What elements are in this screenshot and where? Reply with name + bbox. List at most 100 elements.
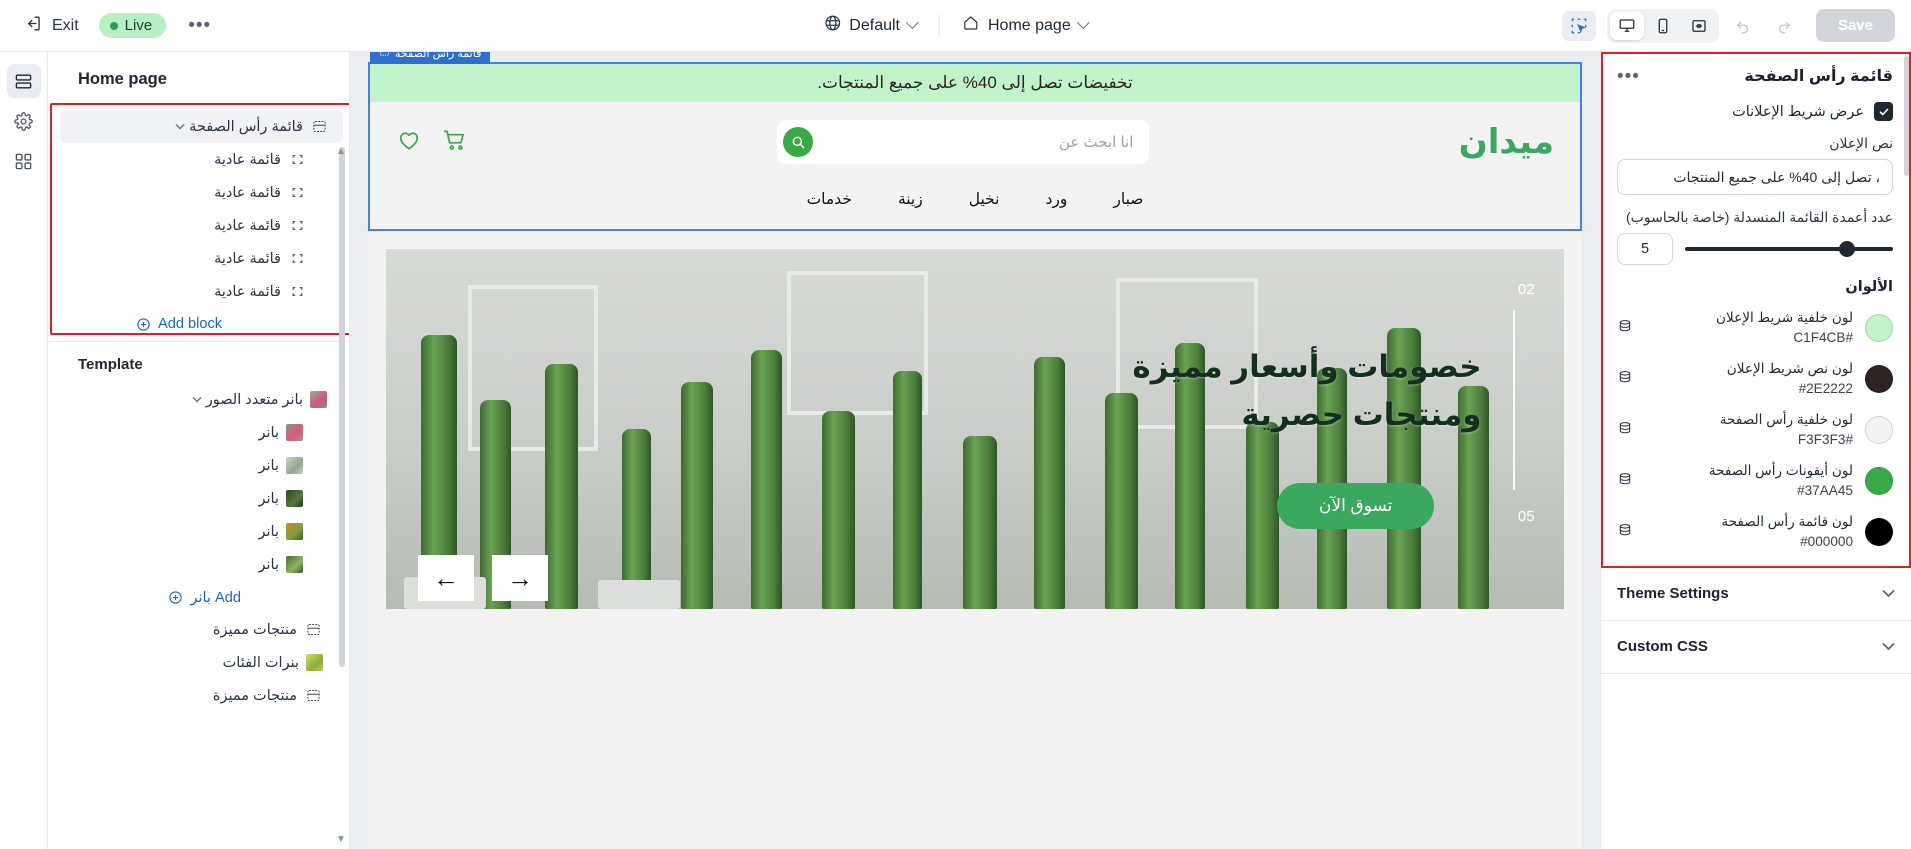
home-icon bbox=[962, 14, 980, 37]
color-library-icon[interactable] bbox=[1617, 318, 1633, 339]
section-more-button[interactable]: ••• bbox=[1617, 67, 1640, 86]
tree-item-label: بنرات الفئات bbox=[222, 654, 299, 671]
tree-item-banner-group[interactable]: بانر متعدد الصور bbox=[56, 383, 341, 416]
color-label: لون خلفية رأس الصفحة bbox=[1719, 411, 1853, 427]
rail-item-sections[interactable] bbox=[6, 64, 41, 98]
cart-icon[interactable] bbox=[442, 127, 468, 158]
color-swatch[interactable] bbox=[1865, 467, 1893, 496]
category-thumbnail bbox=[306, 654, 323, 671]
add-banner-button[interactable]: Add بانر bbox=[48, 581, 349, 613]
color-row-header-menu[interactable]: لون قائمة رأس الصفحة #000000 bbox=[1617, 507, 1893, 558]
tree-item-banner-5[interactable]: بانر bbox=[56, 548, 341, 581]
block-icon bbox=[288, 217, 307, 234]
show-announcement-label: عرض شريط الإعلانات bbox=[1732, 103, 1864, 120]
hero-banner[interactable]: خصومات وأسعار مميزة ومنتجات حصرية تسوق ا… bbox=[386, 249, 1564, 609]
tree-item-header-menu[interactable]: قائمة رأس الصفحة bbox=[60, 110, 343, 143]
color-row-header-bg[interactable]: لون خلفية رأس الصفحة #F3F3F3 bbox=[1617, 405, 1893, 456]
wishlist-heart-icon[interactable] bbox=[396, 127, 422, 158]
nav-item-3[interactable]: نخيل bbox=[969, 190, 1000, 209]
columns-number-input[interactable] bbox=[1617, 233, 1673, 265]
slider-next-button[interactable]: → bbox=[492, 555, 548, 601]
header-block-selected[interactable]: قائمة رأس الصفحة تخفيضات تصل إلى 40% على… bbox=[368, 52, 1582, 231]
section-icon bbox=[304, 621, 323, 638]
left-panel-scrollbar[interactable] bbox=[339, 147, 345, 667]
live-status-badge[interactable]: Live bbox=[98, 13, 167, 38]
left-panel-scroll: قائمة رأس الصفحة قائمة عادية قائمة عادية… bbox=[48, 103, 349, 849]
nav-item-2[interactable]: ورد bbox=[1045, 190, 1067, 209]
undo-button[interactable] bbox=[1726, 11, 1760, 41]
search-placeholder: انا ابحث عن bbox=[1059, 134, 1134, 151]
tree-item-banner-1[interactable]: بانر bbox=[56, 416, 341, 449]
page-selector[interactable]: Home page bbox=[950, 8, 1100, 43]
color-library-icon[interactable] bbox=[1617, 420, 1633, 441]
color-hex-value: #37AA45 bbox=[1797, 483, 1853, 499]
block-icon bbox=[288, 184, 307, 201]
show-announcement-checkbox[interactable] bbox=[1874, 102, 1893, 121]
more-options-button[interactable]: ••• bbox=[180, 16, 219, 35]
nav-item-4[interactable]: زينة bbox=[898, 190, 923, 209]
tree-item-menu-1[interactable]: قائمة عادية bbox=[60, 143, 343, 176]
dropdown-columns-control bbox=[1617, 233, 1893, 265]
tree-item-menu-2[interactable]: قائمة عادية bbox=[60, 176, 343, 209]
tree-item-banner-3[interactable]: بانر bbox=[56, 482, 341, 515]
tree-item-menu-4[interactable]: قائمة عادية bbox=[60, 242, 343, 275]
color-row-announcement-text[interactable]: لون نص شريط الإعلان #2E2222 bbox=[1617, 354, 1893, 405]
color-info: لون خلفية شريط الإعلان #C1F4CB bbox=[1645, 308, 1853, 349]
store-logo[interactable]: ميدان bbox=[1459, 122, 1555, 162]
theme-selector[interactable]: Default bbox=[811, 8, 929, 43]
tree-item-label: بانر متعدد الصور bbox=[205, 391, 303, 408]
announcement-text-input[interactable] bbox=[1617, 159, 1893, 195]
rail-item-apps[interactable] bbox=[7, 144, 41, 178]
tree-item-banner-2[interactable]: بانر bbox=[56, 449, 341, 482]
rail-item-settings[interactable] bbox=[7, 104, 41, 138]
exit-button[interactable]: Exit bbox=[18, 10, 85, 42]
banner-thumbnail bbox=[286, 457, 303, 474]
desktop-preview-button[interactable] bbox=[1609, 11, 1644, 40]
nav-item-1[interactable]: صبار bbox=[1113, 190, 1143, 209]
color-row-header-icons[interactable]: لون أيقونات رأس الصفحة #37AA45 bbox=[1617, 456, 1893, 507]
accordion-custom-css[interactable]: Custom CSS bbox=[1601, 621, 1911, 674]
fullwidth-preview-button[interactable] bbox=[1682, 12, 1716, 40]
add-block-button[interactable]: Add block bbox=[52, 308, 349, 340]
scroll-down-arrow[interactable]: ▼ bbox=[335, 833, 347, 845]
color-library-icon[interactable] bbox=[1617, 369, 1633, 390]
tree-item-category-banners[interactable]: بنرات الفئات bbox=[56, 646, 341, 679]
live-label: Live bbox=[124, 17, 153, 34]
tree-item-menu-3[interactable]: قائمة عادية bbox=[60, 209, 343, 242]
columns-slider-thumb[interactable] bbox=[1839, 241, 1856, 257]
select-tool-button[interactable] bbox=[1561, 10, 1596, 41]
chevron-down-icon[interactable] bbox=[173, 123, 187, 130]
search-input[interactable]: انا ابحث عن bbox=[777, 120, 1150, 164]
cactus-decor bbox=[963, 436, 998, 609]
banner-thumbnail bbox=[286, 490, 303, 507]
redo-button[interactable] bbox=[1767, 11, 1801, 41]
exit-icon bbox=[24, 14, 43, 38]
color-swatch[interactable] bbox=[1865, 365, 1893, 394]
tree-item-banner-4[interactable]: بانر bbox=[56, 515, 341, 548]
tree-item-featured-products-1[interactable]: منتجات مميزة bbox=[56, 613, 341, 646]
mobile-preview-button[interactable] bbox=[1646, 12, 1680, 40]
scroll-up-arrow[interactable]: ▲ bbox=[335, 145, 347, 157]
nav-item-5[interactable]: خدمات bbox=[807, 190, 852, 209]
save-button[interactable]: Save bbox=[1815, 9, 1895, 42]
announcement-bar[interactable]: تخفيضات تصل إلى 40% على جميع المنتجات. bbox=[370, 64, 1580, 102]
color-swatch[interactable] bbox=[1865, 416, 1893, 445]
header-icons bbox=[396, 127, 468, 158]
color-swatch[interactable] bbox=[1865, 518, 1893, 547]
color-library-icon[interactable] bbox=[1617, 471, 1633, 492]
chevron-down-icon[interactable] bbox=[190, 396, 204, 403]
right-panel-title: قائمة رأس الصفحة bbox=[1744, 68, 1893, 85]
plus-circle-icon bbox=[136, 317, 151, 332]
color-swatch[interactable] bbox=[1865, 314, 1893, 343]
color-library-icon[interactable] bbox=[1617, 522, 1633, 543]
tree-item-menu-5[interactable]: قائمة عادية bbox=[60, 275, 343, 308]
color-row-announcement-bg[interactable]: لون خلفية شريط الإعلان #C1F4CB bbox=[1617, 303, 1893, 354]
columns-slider[interactable] bbox=[1685, 241, 1893, 257]
show-announcement-row[interactable]: عرض شريط الإعلانات bbox=[1617, 102, 1893, 121]
search-icon[interactable] bbox=[783, 127, 814, 157]
accordion-theme-settings[interactable]: Theme Settings bbox=[1601, 568, 1911, 621]
tree-item-featured-products-2[interactable]: منتجات مميزة bbox=[56, 679, 341, 712]
hero-cta-button[interactable]: تسوق الآن bbox=[1276, 483, 1435, 529]
right-panel-scrollbar[interactable] bbox=[1904, 56, 1909, 176]
slider-prev-button[interactable]: ← bbox=[418, 555, 474, 601]
